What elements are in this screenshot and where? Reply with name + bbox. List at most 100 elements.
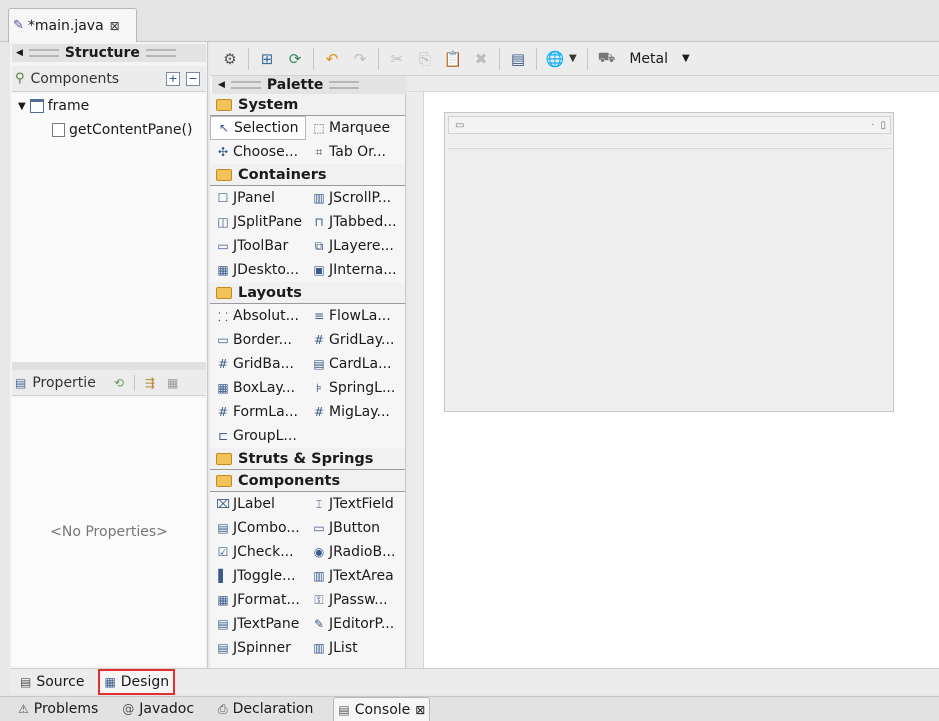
palette-item[interactable]: ▥ JScrollP... (306, 186, 402, 210)
palette-item[interactable]: # GridLay... (306, 328, 402, 352)
palette-item[interactable]: ▥ JTextArea (306, 564, 402, 588)
palette-category[interactable]: System (210, 94, 405, 116)
palette-panel: System ↖ Selection ⬚ Marquee ✣ Choose... ⌗ Tab O… (210, 76, 406, 668)
tab-source[interactable]: ▤ Source (16, 669, 88, 695)
palette-item[interactable]: ▌ JToggle... (210, 564, 306, 588)
restore-default-icon[interactable]: ▦ (167, 376, 178, 390)
chevron-down-icon[interactable]: ▼ (569, 53, 577, 64)
layout-assistant-icon[interactable]: ▤ (504, 45, 532, 73)
palette-item[interactable]: ≡ FlowLa... (306, 304, 402, 328)
palette-item[interactable]: ▭ Border... (210, 328, 306, 352)
test-gui-icon[interactable]: ⚙ (216, 45, 244, 73)
jtextarea-icon: ▥ (313, 569, 325, 583)
palette-item[interactable]: ▦ JDeskto... (210, 258, 306, 282)
tab-console[interactable]: ▤ Console ⊠ (333, 696, 431, 721)
palette-item[interactable]: ⸬ Absolut... (210, 304, 306, 328)
palette-item[interactable]: ◫ JSplitPane (210, 210, 306, 234)
palette-item[interactable]: ◉ JRadioB... (306, 540, 402, 564)
collapse-all-icon[interactable]: − (186, 71, 200, 86)
palette-item[interactable]: ▭ JToolBar (210, 234, 306, 258)
tree-item-content-pane[interactable]: getContentPane() (12, 118, 206, 142)
palette-category[interactable]: Layouts (210, 282, 405, 304)
components-icon: ⚲ (15, 71, 25, 86)
palette-item-label: JScrollP... (329, 190, 392, 206)
palette-item[interactable]: ▤ JSpinner (210, 636, 306, 660)
collapse-left-icon[interactable]: ◀ (218, 80, 225, 90)
palette-item[interactable]: ↖ Selection (210, 116, 306, 140)
undo-icon[interactable]: ↶ (318, 45, 346, 73)
editor-mode-tabs: ▤ Source ▦ Design (10, 668, 939, 695)
externalize-strings-icon[interactable]: ⊞ (253, 45, 281, 73)
tree-item-frame[interactable]: ▼ frame (12, 94, 206, 118)
jframe-titlebar[interactable]: ▭ · ▯ (448, 116, 891, 134)
tab-declaration[interactable]: ⎙ Declaration (214, 697, 317, 721)
palette-item[interactable]: # FormLa... (210, 400, 306, 424)
separator (536, 47, 537, 70)
chevron-down-icon[interactable]: ▼ (682, 53, 690, 64)
palette-item[interactable]: ▥ JList (306, 636, 402, 660)
palette-item[interactable]: ⌶ JTextField (306, 492, 402, 516)
grip-icon[interactable] (230, 81, 261, 89)
palette-item[interactable]: ⊓ JTabbed... (306, 210, 402, 234)
palette-item[interactable]: ▦ BoxLay... (210, 376, 306, 400)
palette-item[interactable]: # MigLay... (306, 400, 402, 424)
editor-tab-main-java[interactable]: ✎ *main.java ⊠ (8, 8, 137, 42)
jtoggle-icon: ▌ (218, 569, 228, 583)
tab-javadoc[interactable]: @ Javadoc (118, 697, 198, 721)
palette-item-label: FormLa... (233, 404, 298, 420)
palette-category[interactable]: Containers (210, 164, 405, 186)
redo-icon[interactable]: ↷ (346, 45, 374, 73)
palette-item[interactable]: ☑ JCheck... (210, 540, 306, 564)
tab-design[interactable]: ▦ Design (98, 668, 176, 695)
grip-icon[interactable] (329, 81, 360, 89)
cursor-icon: ↖ (218, 121, 230, 135)
palette-category[interactable]: Components (210, 470, 405, 492)
palette-item[interactable]: ⚿ JPassw... (306, 588, 402, 612)
refresh-icon[interactable]: ⟳ (281, 45, 309, 73)
expand-arrow-icon[interactable]: ▼ (18, 101, 26, 112)
palette-item-label: MigLay... (329, 404, 390, 420)
palette-item[interactable]: ▤ JCombo... (210, 516, 306, 540)
palette-item[interactable]: # GridBa... (210, 352, 306, 376)
palette-item[interactable]: ✣ Choose... (210, 140, 306, 164)
delete-icon[interactable]: ✖ (467, 45, 495, 73)
palette-item[interactable]: ▭ JButton (306, 516, 402, 540)
palette-item[interactable]: ▤ CardLa... (306, 352, 402, 376)
palette-item[interactable]: ☐ JPanel (210, 186, 306, 210)
cut-icon[interactable]: ✂ (383, 45, 411, 73)
palette-item[interactable]: ✎ JEditorP... (306, 612, 402, 636)
grip-icon[interactable] (145, 49, 176, 57)
palette-item[interactable]: ⊧ SpringL... (306, 376, 402, 400)
pane-splitter[interactable] (12, 362, 206, 370)
goto-definition-icon[interactable]: ⇶ (145, 376, 155, 390)
close-icon[interactable]: ⊠ (415, 703, 425, 717)
jframe-content-pane[interactable] (448, 148, 891, 406)
java-file-icon: ✎ (13, 18, 24, 33)
structure-title: Structure (64, 45, 140, 61)
console-icon: ▤ (338, 702, 350, 717)
palette-item[interactable]: ⧉ JLayere... (306, 234, 402, 258)
look-and-feel-dropdown[interactable]: ⛟ Metal ▼ (598, 50, 690, 68)
tab-problems[interactable]: ⚠ Problems (14, 697, 102, 721)
palette-item[interactable]: ⌗ Tab Or... (306, 140, 402, 164)
palette-item[interactable]: ⬚ Marquee (306, 116, 402, 140)
palette-item[interactable]: ▦ JFormat... (210, 588, 306, 612)
jtoolbar-icon: ▭ (217, 239, 229, 253)
copy-icon[interactable]: ⎘ (411, 45, 439, 73)
grip-icon[interactable] (28, 49, 59, 57)
palette-item[interactable]: ⊏ GroupL... (210, 424, 306, 448)
jlist-icon: ▥ (313, 641, 325, 655)
collapse-left-icon[interactable]: ◀ (16, 48, 23, 58)
jsplitpane-icon: ◫ (217, 215, 229, 229)
palette-item-label: Border... (233, 332, 293, 348)
flow-layout-icon: ≡ (313, 309, 325, 323)
expand-all-icon[interactable]: + (166, 71, 180, 86)
close-icon[interactable]: ⊠ (110, 19, 120, 33)
paste-icon[interactable]: 📋 (439, 45, 467, 73)
show-events-icon[interactable]: ⟲ (114, 376, 124, 390)
globe-icon[interactable]: 🌐 (541, 45, 569, 73)
palette-item[interactable]: ⌧ JLabel (210, 492, 306, 516)
palette-item[interactable]: ▣ JInterna... (306, 258, 402, 282)
palette-category[interactable]: Struts & Springs (210, 448, 405, 470)
palette-item[interactable]: ▤ JTextPane (210, 612, 306, 636)
